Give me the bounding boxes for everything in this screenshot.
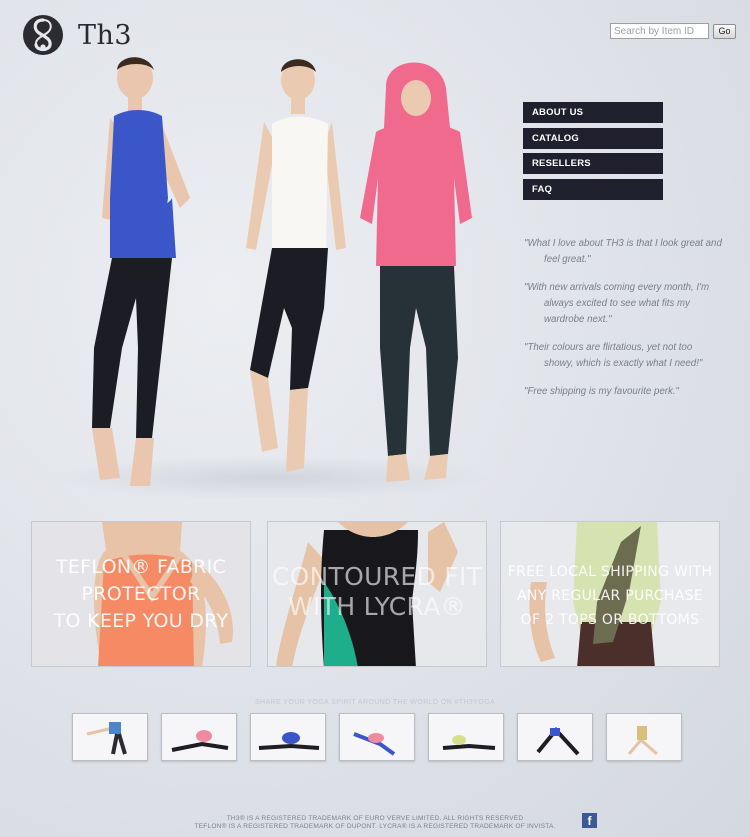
yoga-thumbnail[interactable] xyxy=(428,713,504,761)
page: Th3 Go xyxy=(0,0,750,837)
panel-caption-line: CONTOURED FIT xyxy=(271,562,483,591)
panel-caption: TEFLON® FABRIC PROTECTOR TO KEEP YOU DRY xyxy=(32,554,250,635)
nav-item-about-us[interactable]: ABOUT US xyxy=(523,102,663,123)
panel-caption-line: TEFLON® FABRIC xyxy=(55,556,227,578)
yoga-pose-image xyxy=(73,714,147,760)
testimonial-quote: "Free shipping is my favourite perk." xyxy=(524,386,679,397)
footer-line-trademark: TH3® IS A REGISTERED TRADEMARK OF EURO V… xyxy=(226,815,524,822)
brand-name: Th3 xyxy=(78,19,133,51)
yoga-pose-image xyxy=(518,714,592,760)
panel-caption: FREE LOCAL SHIPPING WITH ANY REGULAR PUR… xyxy=(501,560,719,632)
panel-caption-line: FREE LOCAL SHIPPING WITH xyxy=(507,564,713,580)
yoga-thumbnail[interactable] xyxy=(517,713,593,761)
yoga-pose-image xyxy=(607,714,681,760)
search-go-button[interactable]: Go xyxy=(713,23,736,39)
yoga-thumbnail[interactable] xyxy=(339,713,415,761)
main-nav: ABOUT US CATALOG RESELLERS FAQ xyxy=(523,102,663,204)
testimonials: "What I love about TH3 is that I look gr… xyxy=(524,236,724,412)
yoga-thumbnail[interactable] xyxy=(250,713,326,761)
nav-item-catalog[interactable]: CATALOG xyxy=(523,127,663,149)
footer-legal: TH3® IS A REGISTERED TRADEMARK OF EURO V… xyxy=(0,815,750,831)
model-pink-hoodie xyxy=(360,62,472,482)
yoga-pose-image xyxy=(162,714,236,760)
yoga-thumbnail[interactable] xyxy=(161,713,237,761)
hero-models-image xyxy=(50,57,490,498)
yoga-pose-image xyxy=(340,714,414,760)
model-blue-top xyxy=(92,57,190,486)
panel-caption-line: OF 2 TOPS OR BOTTOMS xyxy=(520,612,700,628)
testimonial-quote: "What I love about TH3 is that I look gr… xyxy=(524,238,722,265)
yoga-thumbnail[interactable] xyxy=(606,713,682,761)
model-white-top xyxy=(246,59,346,472)
panel-caption-line: PROTECTOR xyxy=(81,583,201,605)
panel-caption: CONTOURED FIT WITH LYCRA® xyxy=(268,562,486,622)
share-hashtag-text: SHARE YOUR YOGA SPIRIT AROUND THE WORLD … xyxy=(254,699,496,706)
testimonial-quote: "Their colours are flirtatious, yet not … xyxy=(524,342,703,369)
panel-caption-line: ANY REGULAR PURCHASE xyxy=(517,588,703,604)
testimonial-quote: "With new arrivals coming every month, I… xyxy=(524,282,710,325)
feature-panel-lycra[interactable]: CONTOURED FIT WITH LYCRA® xyxy=(267,521,487,667)
feature-panel-teflon[interactable]: TEFLON® FABRIC PROTECTOR TO KEEP YOU DRY xyxy=(31,521,251,667)
feature-panel-shipping[interactable]: FREE LOCAL SHIPPING WITH ANY REGULAR PUR… xyxy=(500,521,720,667)
search-input[interactable] xyxy=(610,23,709,39)
nav-item-faq[interactable]: FAQ xyxy=(523,178,663,200)
yoga-pose-image xyxy=(251,714,325,760)
search-bar: Go xyxy=(610,23,736,39)
yoga-thumbnail[interactable] xyxy=(72,713,148,761)
footer-line-brands: TEFLON® IS A REGISTERED TRADEMARK OF DUP… xyxy=(194,823,556,830)
panel-caption-line: TO KEEP YOU DRY xyxy=(53,610,229,632)
nav-item-resellers[interactable]: RESELLERS xyxy=(523,153,663,175)
panel-caption-line: WITH LYCRA® xyxy=(288,592,466,621)
yoga-pose-image xyxy=(429,714,503,760)
facebook-icon[interactable]: f xyxy=(582,813,597,828)
